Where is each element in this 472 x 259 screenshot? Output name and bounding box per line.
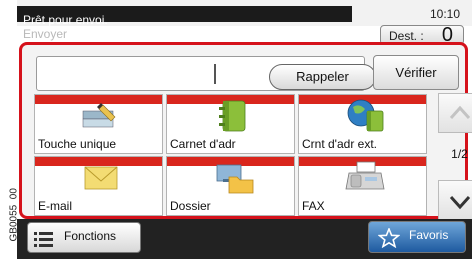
bottom-bar: Fonctions Favoris <box>17 219 472 259</box>
tile-external-address-book[interactable]: Crnt d'adr ext. <box>298 94 427 154</box>
status-bar: Prêt pour envoi. 10:10 <box>17 0 472 27</box>
status-message: Prêt pour envoi. <box>23 13 108 27</box>
tile-label: Crnt d'adr ext. <box>302 137 377 151</box>
functions-label: Fonctions <box>64 229 117 243</box>
email-icon <box>84 166 118 190</box>
address-book-icon <box>219 100 246 132</box>
tile-label: Carnet d'adr <box>170 137 236 151</box>
destination-count-label: Dest. : <box>389 29 424 43</box>
status-message-box: Prêt pour envoi. <box>17 6 352 27</box>
verify-button[interactable]: Vérifier <box>373 55 459 90</box>
destination-input[interactable]: Rappeler <box>36 56 376 91</box>
tile-fax[interactable]: FAX <box>298 156 427 216</box>
external-address-book-icon <box>347 99 384 132</box>
one-touch-key-icon <box>82 103 116 128</box>
page-down-button[interactable] <box>438 180 472 220</box>
tile-label: E-mail <box>38 199 73 213</box>
recall-button[interactable]: Rappeler <box>269 64 376 90</box>
star-icon <box>378 228 400 248</box>
screen-title: Envoyer <box>23 27 68 41</box>
tile-email[interactable]: E-mail <box>34 156 163 216</box>
text-cursor <box>214 64 216 84</box>
tile-address-book[interactable]: Carnet d'adr <box>166 94 295 154</box>
folder-icon <box>216 164 254 194</box>
functions-button[interactable]: Fonctions <box>27 222 141 253</box>
tile-label: FAX <box>302 199 325 213</box>
tile-folder[interactable]: Dossier <box>166 156 295 216</box>
send-screen: Prêt pour envoi. 10:10 Envoyer Dest. : 0… <box>17 0 472 259</box>
chevron-up-icon <box>449 105 471 120</box>
tile-label: Touche unique <box>38 137 117 151</box>
favorites-label: Favoris <box>409 228 449 242</box>
list-icon <box>34 232 53 247</box>
chevron-down-icon <box>449 195 471 210</box>
fax-icon <box>345 161 385 190</box>
page-indicator: 1/2 <box>451 147 468 161</box>
destination-panel: Rappeler Vérifier Touche unique Carnet d… <box>19 42 472 220</box>
tile-one-touch-key[interactable]: Touche unique <box>34 94 163 154</box>
favorites-button[interactable]: Favoris <box>368 221 466 253</box>
status-time: 10:10 <box>429 7 460 21</box>
tile-label: Dossier <box>170 199 211 213</box>
page-up-button[interactable] <box>438 93 472 133</box>
